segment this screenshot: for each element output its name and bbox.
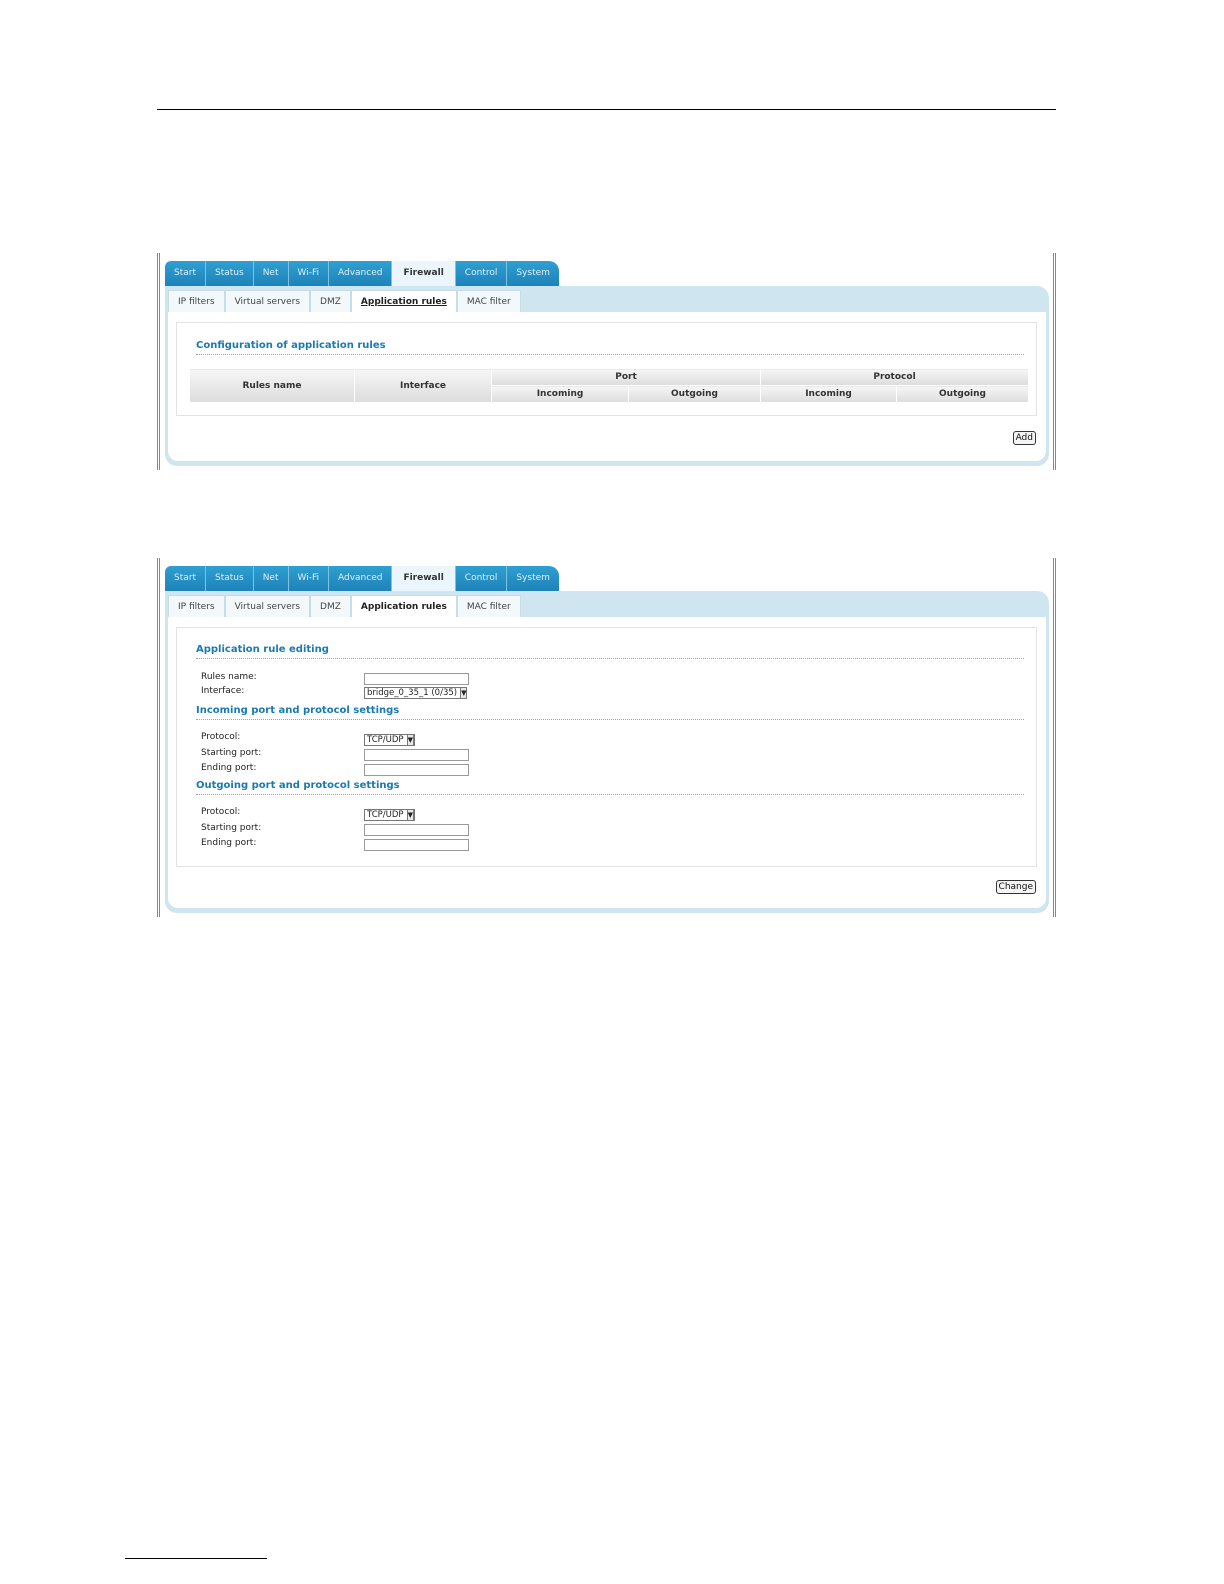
tab-firewall[interactable]: Firewall (392, 566, 456, 591)
col-port-outgoing: Outgoing (628, 385, 761, 403)
col-group-protocol: Protocol (760, 368, 1029, 386)
incoming-ending-port-label: Ending port: (201, 763, 257, 773)
section-title: Configuration of application rules (196, 340, 386, 351)
tab-control[interactable]: Control (455, 566, 508, 591)
incoming-starting-port-input[interactable] (364, 749, 469, 761)
subtab-dmz[interactable]: DMZ (310, 290, 351, 313)
section-title: Application rule editing (196, 644, 329, 655)
incoming-starting-port-label: Starting port: (201, 748, 262, 758)
subtab-virtual-servers[interactable]: Virtual servers (224, 290, 311, 313)
tab-start[interactable]: Start (165, 261, 206, 286)
tab-status[interactable]: Status (206, 566, 254, 591)
content-area: Configuration of application rules Rules… (168, 312, 1046, 461)
incoming-protocol-select[interactable]: TCP/UDP ▼ (364, 734, 415, 746)
tab-control[interactable]: Control (455, 261, 508, 286)
interface-select[interactable]: bridge_0_35_1 (0/35) ▼ (364, 687, 468, 699)
tab-status[interactable]: Status (206, 261, 254, 286)
incoming-protocol-value: TCP/UDP (367, 735, 404, 745)
incoming-protocol-label: Protocol: (201, 732, 241, 742)
tab-system[interactable]: System (507, 566, 559, 591)
col-group-port: Port (491, 368, 761, 386)
add-button[interactable]: Add (1012, 431, 1036, 445)
outgoing-starting-port-input[interactable] (364, 824, 469, 836)
rule-edit-group: Application rule editing Rules name: Int… (176, 627, 1037, 867)
content-area: Application rule editing Rules name: Int… (168, 617, 1046, 908)
tab-system[interactable]: System (507, 261, 559, 286)
rules-name-label: Rules name: (201, 672, 257, 682)
section-divider (196, 354, 1024, 355)
sub-nav: IP filters Virtual servers DMZ Applicati… (168, 290, 521, 313)
subtab-application-rules[interactable]: Application rules (350, 595, 457, 618)
rules-table: Rules name Interface Port Protocol Incom… (189, 368, 1029, 403)
tab-start[interactable]: Start (165, 566, 206, 591)
interface-label: Interface: (201, 686, 245, 696)
rules-name-input[interactable] (364, 673, 469, 685)
outgoing-ending-port-label: Ending port: (201, 838, 257, 848)
tab-wifi[interactable]: Wi-Fi (288, 261, 329, 286)
chevron-down-icon: ▼ (406, 809, 414, 821)
screenshot-application-rules-list: Start Status Net Wi-Fi Advanced Firewall… (157, 253, 1056, 470)
tab-net[interactable]: Net (253, 261, 289, 286)
outgoing-protocol-label: Protocol: (201, 807, 241, 817)
page-top-rule (157, 109, 1056, 110)
subtab-dmz[interactable]: DMZ (310, 595, 351, 618)
outgoing-section-title: Outgoing port and protocol settings (196, 780, 400, 791)
tab-advanced[interactable]: Advanced (328, 566, 393, 591)
tab-net[interactable]: Net (253, 566, 289, 591)
incoming-section-title: Incoming port and protocol settings (196, 705, 400, 716)
subtab-mac-filter[interactable]: MAC filter (456, 595, 521, 618)
outgoing-ending-port-input[interactable] (364, 839, 469, 851)
page-bottom-rule (125, 1558, 267, 1559)
screenshot-application-rule-editing: Start Status Net Wi-Fi Advanced Firewall… (157, 558, 1056, 917)
col-protocol-incoming: Incoming (760, 385, 897, 403)
tab-advanced[interactable]: Advanced (328, 261, 393, 286)
col-protocol-outgoing: Outgoing (896, 385, 1029, 403)
col-interface: Interface (354, 368, 492, 403)
chevron-down-icon: ▼ (406, 734, 414, 746)
incoming-divider (196, 719, 1024, 720)
subtab-mac-filter[interactable]: MAC filter (456, 290, 521, 313)
main-nav: Start Status Net Wi-Fi Advanced Firewall… (165, 566, 559, 591)
sub-nav: IP filters Virtual servers DMZ Applicati… (168, 595, 521, 618)
interface-select-value: bridge_0_35_1 (0/35) (367, 688, 458, 698)
outgoing-protocol-select[interactable]: TCP/UDP ▼ (364, 809, 415, 821)
outgoing-protocol-value: TCP/UDP (367, 810, 404, 820)
outgoing-divider (196, 794, 1024, 795)
main-panel: IP filters Virtual servers DMZ Applicati… (165, 591, 1049, 913)
incoming-ending-port-input[interactable] (364, 764, 469, 776)
chevron-down-icon: ▼ (460, 687, 468, 699)
tab-wifi[interactable]: Wi-Fi (288, 566, 329, 591)
outgoing-starting-port-label: Starting port: (201, 823, 262, 833)
rules-group: Configuration of application rules Rules… (176, 322, 1037, 416)
col-port-incoming: Incoming (491, 385, 629, 403)
change-button[interactable]: Change (995, 880, 1036, 894)
subtab-virtual-servers[interactable]: Virtual servers (224, 595, 311, 618)
section-divider (196, 658, 1024, 659)
subtab-ip-filters[interactable]: IP filters (168, 595, 225, 618)
main-nav: Start Status Net Wi-Fi Advanced Firewall… (165, 261, 559, 286)
subtab-application-rules[interactable]: Application rules (350, 290, 457, 313)
col-rules-name: Rules name (189, 368, 355, 403)
subtab-ip-filters[interactable]: IP filters (168, 290, 225, 313)
tab-firewall[interactable]: Firewall (392, 261, 456, 286)
main-panel: IP filters Virtual servers DMZ Applicati… (165, 286, 1049, 466)
